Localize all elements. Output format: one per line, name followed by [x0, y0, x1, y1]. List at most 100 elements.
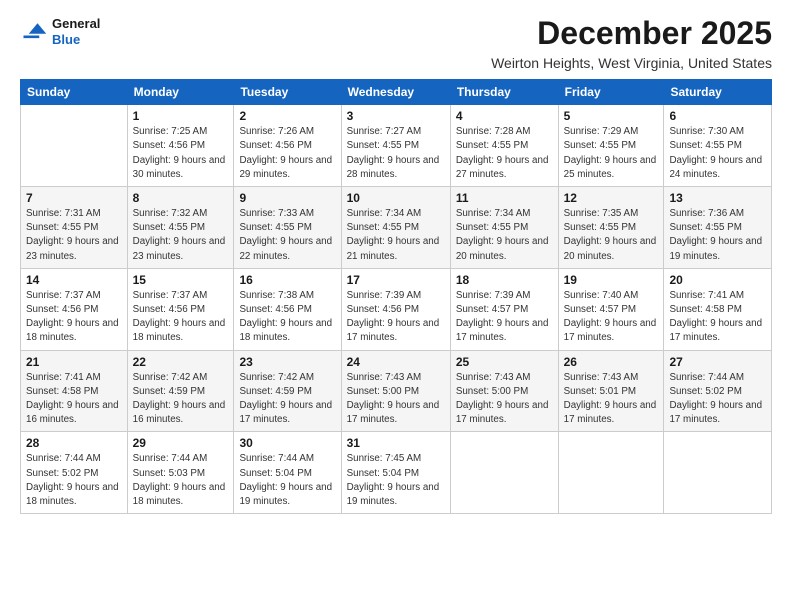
- calendar-cell: 24 Sunrise: 7:43 AMSunset: 5:00 PMDayligh…: [341, 350, 450, 432]
- logo: General Blue: [20, 16, 100, 47]
- day-info: Sunrise: 7:30 AMSunset: 4:55 PMDaylight:…: [669, 126, 762, 180]
- calendar-week-row: 28 Sunrise: 7:44 AMSunset: 5:02 PMDayligh…: [21, 432, 772, 514]
- day-number: 22: [133, 355, 229, 369]
- day-info: Sunrise: 7:38 AMSunset: 4:56 PMDaylight:…: [239, 290, 332, 344]
- calendar-cell: 18Sunrise: 7:39 AMSunset: 4:57 PMDayligh…: [450, 268, 558, 350]
- calendar-cell: 2Sunrise: 7:26 AMSunset: 4:56 PMDaylight…: [234, 105, 341, 187]
- day-info: Sunrise: 7:29 AMSunset: 4:55 PMDaylight:…: [564, 126, 657, 180]
- calendar-cell: 9Sunrise: 7:33 AMSunset: 4:55 PMDaylight…: [234, 187, 341, 269]
- day-number: 11: [456, 191, 553, 205]
- day-info: Sunrise: 7:44 AMSunset: 5:02 PMDaylight:…: [26, 453, 119, 507]
- day-number: 6: [669, 109, 766, 123]
- calendar-cell: 25Sunrise: 7:43 AMSunset: 5:00 PMDayligh…: [450, 350, 558, 432]
- day-number: 27: [669, 355, 766, 369]
- calendar-week-row: 1 Sunrise: 7:25 AMSunset: 4:56 PMDaylight…: [21, 105, 772, 187]
- calendar-cell: 29Sunrise: 7:44 AMSunset: 5:03 PMDayligh…: [127, 432, 234, 514]
- day-info: Sunrise: 7:41 AMSunset: 4:58 PMDaylight:…: [669, 290, 762, 344]
- day-info: Sunrise: 7:25 AMSunset: 4:56 PMDaylight:…: [133, 126, 226, 180]
- calendar-cell: 21Sunrise: 7:41 AMSunset: 4:58 PMDayligh…: [21, 350, 128, 432]
- day-number: 17: [347, 273, 445, 287]
- day-number: 28: [26, 436, 122, 450]
- calendar-cell: 22 Sunrise: 7:42 AMSunset: 4:59 PMDayligh…: [127, 350, 234, 432]
- day-number: 10: [347, 191, 445, 205]
- calendar-cell: [664, 432, 772, 514]
- day-number: 30: [239, 436, 335, 450]
- weekday-header: Friday: [558, 80, 664, 105]
- calendar-cell: 7 Sunrise: 7:31 AMSunset: 4:55 PMDaylight…: [21, 187, 128, 269]
- day-number: 5: [564, 109, 659, 123]
- calendar-cell: 27 Sunrise: 7:44 AMSunset: 5:02 PMDayligh…: [664, 350, 772, 432]
- logo-icon: [20, 18, 48, 46]
- day-info: Sunrise: 7:34 AMSunset: 4:55 PMDaylight:…: [456, 208, 549, 262]
- day-number: 14: [26, 273, 122, 287]
- day-number: 21: [26, 355, 122, 369]
- calendar-cell: 6 Sunrise: 7:30 AMSunset: 4:55 PMDaylight…: [664, 105, 772, 187]
- day-number: 23: [239, 355, 335, 369]
- calendar-cell: 1 Sunrise: 7:25 AMSunset: 4:56 PMDaylight…: [127, 105, 234, 187]
- calendar-cell: 26 Sunrise: 7:43 AMSunset: 5:01 PMDayligh…: [558, 350, 664, 432]
- weekday-header: Sunday: [21, 80, 128, 105]
- calendar-cell: 12 Sunrise: 7:35 AMSunset: 4:55 PMDayligh…: [558, 187, 664, 269]
- weekday-header: Monday: [127, 80, 234, 105]
- day-info: Sunrise: 7:26 AMSunset: 4:56 PMDaylight:…: [239, 126, 332, 180]
- day-number: 24: [347, 355, 445, 369]
- day-number: 12: [564, 191, 659, 205]
- day-info: Sunrise: 7:43 AMSunset: 5:00 PMDaylight:…: [347, 372, 440, 426]
- day-info: Sunrise: 7:42 AMSunset: 4:59 PMDaylight:…: [239, 372, 332, 426]
- day-info: Sunrise: 7:36 AMSunset: 4:55 PMDaylight:…: [669, 208, 762, 262]
- calendar-cell: 31 Sunrise: 7:45 AMSunset: 5:04 PMDayligh…: [341, 432, 450, 514]
- calendar-cell: 10 Sunrise: 7:34 AMSunset: 4:55 PMDayligh…: [341, 187, 450, 269]
- day-info: Sunrise: 7:37 AMSunset: 4:56 PMDaylight:…: [133, 290, 226, 344]
- day-number: 1: [133, 109, 229, 123]
- calendar-week-row: 14 Sunrise: 7:37 AMSunset: 4:56 PMDayligh…: [21, 268, 772, 350]
- day-number: 25: [456, 355, 553, 369]
- calendar-week-row: 21Sunrise: 7:41 AMSunset: 4:58 PMDayligh…: [21, 350, 772, 432]
- day-info: Sunrise: 7:43 AMSunset: 5:01 PMDaylight:…: [564, 372, 657, 426]
- day-number: 8: [133, 191, 229, 205]
- day-info: Sunrise: 7:33 AMSunset: 4:55 PMDaylight:…: [239, 208, 332, 262]
- day-info: Sunrise: 7:34 AMSunset: 4:55 PMDaylight:…: [347, 208, 440, 262]
- day-number: 4: [456, 109, 553, 123]
- day-number: 16: [239, 273, 335, 287]
- day-info: Sunrise: 7:28 AMSunset: 4:55 PMDaylight:…: [456, 126, 549, 180]
- day-number: 13: [669, 191, 766, 205]
- calendar-cell: 16 Sunrise: 7:38 AMSunset: 4:56 PMDayligh…: [234, 268, 341, 350]
- calendar-cell: 20Sunrise: 7:41 AMSunset: 4:58 PMDayligh…: [664, 268, 772, 350]
- calendar-cell: 5 Sunrise: 7:29 AMSunset: 4:55 PMDaylight…: [558, 105, 664, 187]
- logo-text-general: General: [52, 16, 100, 32]
- weekday-header: Saturday: [664, 80, 772, 105]
- day-number: 7: [26, 191, 122, 205]
- calendar-cell: 17 Sunrise: 7:39 AMSunset: 4:56 PMDayligh…: [341, 268, 450, 350]
- calendar-cell: 4 Sunrise: 7:28 AMSunset: 4:55 PMDaylight…: [450, 105, 558, 187]
- weekday-header: Tuesday: [234, 80, 341, 105]
- calendar-cell: 15Sunrise: 7:37 AMSunset: 4:56 PMDayligh…: [127, 268, 234, 350]
- calendar-cell: 8 Sunrise: 7:32 AMSunset: 4:55 PMDaylight…: [127, 187, 234, 269]
- calendar-cell: [450, 432, 558, 514]
- day-info: Sunrise: 7:42 AMSunset: 4:59 PMDaylight:…: [133, 372, 226, 426]
- day-info: Sunrise: 7:27 AMSunset: 4:55 PMDaylight:…: [347, 126, 440, 180]
- day-info: Sunrise: 7:40 AMSunset: 4:57 PMDaylight:…: [564, 290, 657, 344]
- calendar-cell: [21, 105, 128, 187]
- calendar-cell: 28 Sunrise: 7:44 AMSunset: 5:02 PMDayligh…: [21, 432, 128, 514]
- location-subtitle: Weirton Heights, West Virginia, United S…: [20, 55, 772, 71]
- logo-text-blue: Blue: [52, 32, 100, 48]
- day-number: 26: [564, 355, 659, 369]
- day-info: Sunrise: 7:44 AMSunset: 5:02 PMDaylight:…: [669, 372, 762, 426]
- day-number: 31: [347, 436, 445, 450]
- calendar-cell: 30Sunrise: 7:44 AMSunset: 5:04 PMDayligh…: [234, 432, 341, 514]
- page-container: General Blue December 2025 Weirton Heigh…: [0, 0, 792, 524]
- calendar-cell: 19Sunrise: 7:40 AMSunset: 4:57 PMDayligh…: [558, 268, 664, 350]
- header: General Blue December 2025: [20, 16, 772, 51]
- calendar-cell: 11 Sunrise: 7:34 AMSunset: 4:55 PMDayligh…: [450, 187, 558, 269]
- day-info: Sunrise: 7:44 AMSunset: 5:03 PMDaylight:…: [133, 453, 226, 507]
- day-number: 3: [347, 109, 445, 123]
- day-info: Sunrise: 7:32 AMSunset: 4:55 PMDaylight:…: [133, 208, 226, 262]
- weekday-header: Wednesday: [341, 80, 450, 105]
- day-number: 18: [456, 273, 553, 287]
- weekday-header: Thursday: [450, 80, 558, 105]
- day-info: Sunrise: 7:35 AMSunset: 4:55 PMDaylight:…: [564, 208, 657, 262]
- day-info: Sunrise: 7:31 AMSunset: 4:55 PMDaylight:…: [26, 208, 119, 262]
- day-info: Sunrise: 7:45 AMSunset: 5:04 PMDaylight:…: [347, 453, 440, 507]
- day-info: Sunrise: 7:39 AMSunset: 4:56 PMDaylight:…: [347, 290, 440, 344]
- calendar-cell: [558, 432, 664, 514]
